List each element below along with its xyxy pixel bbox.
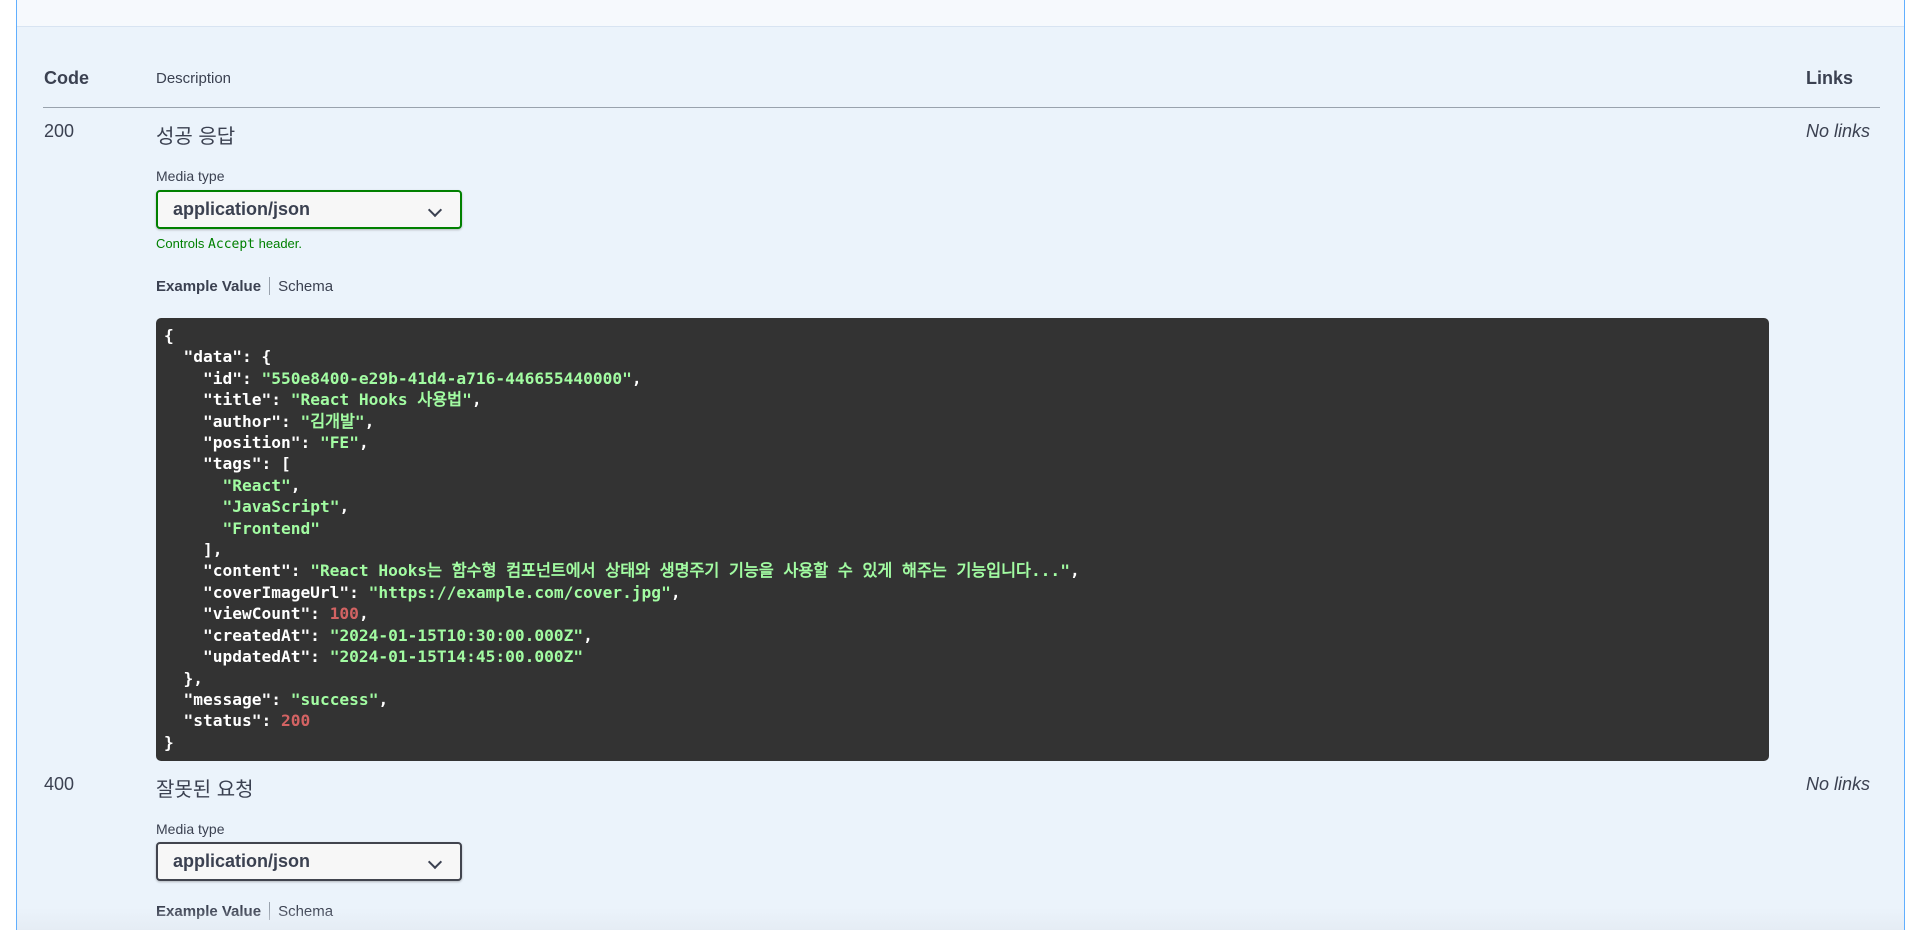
- tab-example-value[interactable]: Example Value: [156, 278, 261, 295]
- example-value-code-block: { "data": { "id": "550e8400-e29b-41d4-a7…: [156, 318, 1769, 761]
- json-author: 김개발: [310, 411, 355, 431]
- json-status: 200: [280, 711, 311, 731]
- json-cover-image-url: https://example.com/cover.jpg: [378, 582, 662, 602]
- json-created-at: 2024-01-15T10:30:00.000Z: [339, 625, 574, 645]
- media-type-select-400[interactable]: application/json: [156, 842, 462, 881]
- controls-suffix: header.: [258, 236, 303, 251]
- chevron-down-icon: [427, 202, 443, 218]
- response-description-400: 잘못된 요청: [156, 779, 254, 801]
- json-title: React Hooks 사용법: [300, 390, 463, 410]
- media-type-label: Media type: [156, 168, 225, 184]
- accept-code: Accept: [208, 237, 256, 252]
- example-schema-tabs-200: Example Value Schema: [156, 277, 333, 295]
- tab-divider: [269, 277, 271, 295]
- media-type-value: application/json: [173, 851, 311, 871]
- chevron-down-icon: [427, 854, 443, 870]
- media-type-select-200[interactable]: application/json: [156, 190, 462, 229]
- section-top-bar: [17, 0, 1904, 27]
- links-column-header: Links: [1806, 68, 1854, 88]
- json-view-count: 100: [329, 604, 359, 624]
- json-tag: React: [232, 475, 281, 495]
- json-id: 550e8400-e29b-41d4-a716-446655440000: [271, 368, 623, 388]
- response-links-400: No links: [1806, 774, 1871, 794]
- json-content: React Hooks는 함수형 컴포넌트에서 상태와 생명주기 기능을 사용할…: [319, 561, 1061, 581]
- response-links-200: No links: [1806, 121, 1871, 141]
- media-type-label: Media type: [156, 821, 225, 837]
- json-position: FE: [329, 433, 350, 453]
- json-updated-at: 2024-01-15T14:45:00.000Z: [339, 647, 574, 667]
- tab-schema[interactable]: Schema: [278, 278, 333, 295]
- bottom-fade: [17, 908, 1904, 930]
- example-json: { "data": { "id": "550e8400-e29b-41d4-a7…: [164, 326, 1080, 752]
- description-column-header: Description: [156, 70, 232, 87]
- code-column-header: Code: [44, 68, 89, 88]
- media-type-value: application/json: [173, 199, 311, 219]
- controls-accept-hint: Controls Accept header.: [156, 236, 302, 252]
- response-code-200: 200: [44, 121, 75, 141]
- json-tag: Frontend: [232, 518, 311, 538]
- response-description-200: 성공 응답: [156, 126, 236, 148]
- response-code-400: 400: [44, 774, 75, 794]
- json-message: success: [300, 689, 369, 709]
- header-divider: [43, 107, 1880, 108]
- controls-prefix: Controls: [156, 236, 205, 251]
- responses-section: Code Description Links 200 성공 응답 No link…: [16, 0, 1905, 930]
- json-tag: JavaScript: [232, 497, 330, 517]
